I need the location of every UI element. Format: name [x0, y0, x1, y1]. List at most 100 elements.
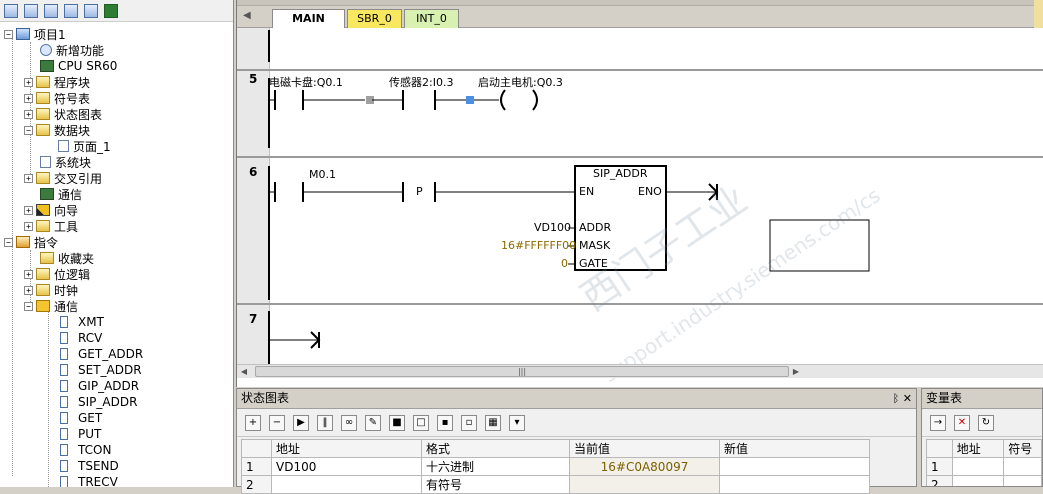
expand-icon[interactable]: +	[24, 269, 33, 279]
folder-icon	[36, 284, 50, 296]
glasses-icon[interactable]: ∞	[341, 414, 357, 431]
tree-item-instructions[interactable]: − 指令	[4, 234, 58, 250]
delete-icon[interactable]: ✕	[954, 414, 970, 431]
pin-close-icon[interactable]: ᛒ ✕	[893, 389, 912, 408]
tree-item-get-addr[interactable]: GET_ADDR	[60, 346, 143, 362]
refresh-icon[interactable]: ↻	[978, 414, 994, 431]
expand-icon[interactable]: +	[24, 93, 33, 103]
tab-main[interactable]: MAIN	[272, 9, 345, 28]
contact-label[interactable]: M0.1	[309, 168, 336, 181]
tab-int0[interactable]: INT_0	[404, 9, 459, 28]
box-title[interactable]: SIP_ADDR	[593, 167, 647, 180]
unlock-icon[interactable]: □	[413, 414, 429, 431]
project-icon	[16, 28, 30, 40]
tree-item-trecv[interactable]: TRECV	[60, 474, 118, 487]
editor-toolbar-edge	[237, 0, 1043, 6]
tree-item-communication[interactable]: 通信	[40, 186, 82, 202]
table-row[interactable]: 1 VD100 十六进制 16#C0A80097	[241, 457, 870, 476]
view-icon[interactable]	[4, 3, 18, 18]
tree-item-put[interactable]: PUT	[60, 426, 101, 442]
unforce-icon[interactable]: ▫	[461, 414, 477, 431]
scroll-left-icon[interactable]: ◀	[237, 365, 251, 378]
tree-item-favorites[interactable]: 收藏夹	[40, 250, 94, 266]
status-toolbar: + − ▶ ‖ ∞ ✎ ■ □ ▪ ▫ ▦ ▾	[237, 409, 916, 437]
table-row[interactable]: 2	[926, 475, 1042, 486]
expand-icon[interactable]: +	[24, 109, 33, 119]
tree-item-tcon[interactable]: TCON	[60, 442, 111, 458]
comm-icon[interactable]	[104, 3, 118, 18]
comm-icon	[40, 188, 54, 200]
block-icon	[60, 412, 68, 424]
tree-item-tsend[interactable]: TSEND	[60, 458, 119, 474]
doc-icon	[58, 140, 69, 152]
dropdown-icon[interactable]: ▾	[509, 414, 525, 431]
expand-icon[interactable]: +	[24, 285, 33, 295]
tree-item-new-features[interactable]: 新增功能	[40, 42, 104, 58]
folder-icon	[36, 172, 50, 184]
tab-sbr0[interactable]: SBR_0	[347, 9, 402, 28]
horizontal-scrollbar[interactable]: ◀ ||| ▶	[237, 364, 1043, 378]
tree-item-get[interactable]: GET	[60, 410, 102, 426]
box-pin-addr: ADDR	[579, 221, 612, 234]
ladder-area[interactable]: 5 6 7 电磁卡盘:Q0.1 传感器2:I0.3 启动主电机:Q0.3 M0.…	[237, 28, 1043, 387]
tab-scroll-left-icon[interactable]: ◀	[243, 10, 251, 21]
add-row-icon[interactable]: +	[245, 414, 261, 431]
delete-row-icon[interactable]: −	[269, 414, 285, 431]
expand-icon[interactable]: +	[24, 77, 33, 87]
table-row[interactable]: 2 有符号	[241, 475, 870, 494]
tree-item-symbol-table[interactable]: + 符号表	[24, 90, 90, 106]
tree-item-cross-ref[interactable]: + 交叉引用	[24, 170, 102, 186]
tree-item-set-addr[interactable]: SET_ADDR	[60, 362, 142, 378]
collapse-icon[interactable]: −	[4, 29, 13, 39]
tree-item-data-block[interactable]: − 数据块	[24, 122, 90, 138]
list-icon[interactable]	[84, 3, 98, 18]
tree-item-gip-addr[interactable]: GIP_ADDR	[60, 378, 139, 394]
instructions-icon	[16, 236, 30, 248]
collapse-icon[interactable]: −	[24, 125, 33, 135]
pause-icon[interactable]: ‖	[317, 414, 333, 431]
tree-item-comm-instructions[interactable]: − 通信	[24, 298, 78, 314]
operand-gate[interactable]: 0	[561, 257, 568, 270]
insert-icon[interactable]: →	[930, 414, 946, 431]
tree-item-project[interactable]: − 项目1	[4, 26, 66, 42]
expand-icon[interactable]: +	[24, 173, 33, 183]
pencil-icon[interactable]: ✎	[365, 414, 381, 431]
tree-item-program-block[interactable]: + 程序块	[24, 74, 90, 90]
collapse-icon[interactable]: −	[4, 237, 13, 247]
expand-icon[interactable]: +	[24, 205, 33, 215]
tree-item-page1[interactable]: 页面_1	[58, 138, 111, 154]
run-icon[interactable]: ▶	[293, 414, 309, 431]
tree-item-wizard[interactable]: + 向导	[24, 202, 78, 218]
tree-item-xmt[interactable]: XMT	[60, 314, 104, 330]
operand-mask[interactable]: 16#FFFFFF00	[501, 239, 576, 252]
tree-item-cpu[interactable]: CPU SR60	[40, 58, 117, 74]
tree-item-sip-addr[interactable]: SIP_ADDR	[60, 394, 137, 410]
table-icon[interactable]	[24, 3, 38, 18]
block-icon	[60, 332, 68, 344]
tree-item-tools[interactable]: + 工具	[24, 218, 78, 234]
status-chart-panel: 状态图表 ᛒ ✕ + − ▶ ‖ ∞ ✎ ■ □ ▪ ▫ ▦ ▾ 地址 格式 当…	[236, 388, 917, 494]
contact-label[interactable]: 传感器2:I0.3	[389, 74, 453, 90]
lock-icon[interactable]: ■	[389, 414, 405, 431]
expand-icon[interactable]: +	[24, 221, 33, 231]
tree-item-bit-logic[interactable]: + 位逻辑	[24, 266, 90, 282]
block-icon	[60, 444, 68, 456]
scrollbar-thumb[interactable]: |||	[255, 366, 789, 377]
contact-label[interactable]: 电磁卡盘:Q0.1	[269, 74, 343, 90]
table-row[interactable]: 1	[926, 457, 1042, 476]
tree-item-rcv[interactable]: RCV	[60, 330, 102, 346]
page-icon[interactable]	[44, 3, 58, 18]
force-icon[interactable]: ▪	[437, 414, 453, 431]
tree-item-system-block[interactable]: 系统块	[40, 154, 91, 170]
tree-item-status-chart[interactable]: + 状态图表	[24, 106, 102, 122]
coil-label[interactable]: 启动主电机:Q0.3	[478, 74, 563, 90]
collapse-icon[interactable]: −	[24, 301, 33, 311]
comm-folder-icon	[36, 300, 50, 312]
folder-icon	[36, 220, 50, 232]
doc-icon[interactable]	[64, 3, 78, 18]
chart-icon[interactable]: ▦	[485, 414, 501, 431]
tree-item-clock[interactable]: + 时钟	[24, 282, 78, 298]
scroll-right-icon[interactable]: ▶	[789, 365, 803, 378]
operand-addr[interactable]: VD100	[534, 221, 571, 234]
box-pin-en: EN	[579, 185, 595, 198]
